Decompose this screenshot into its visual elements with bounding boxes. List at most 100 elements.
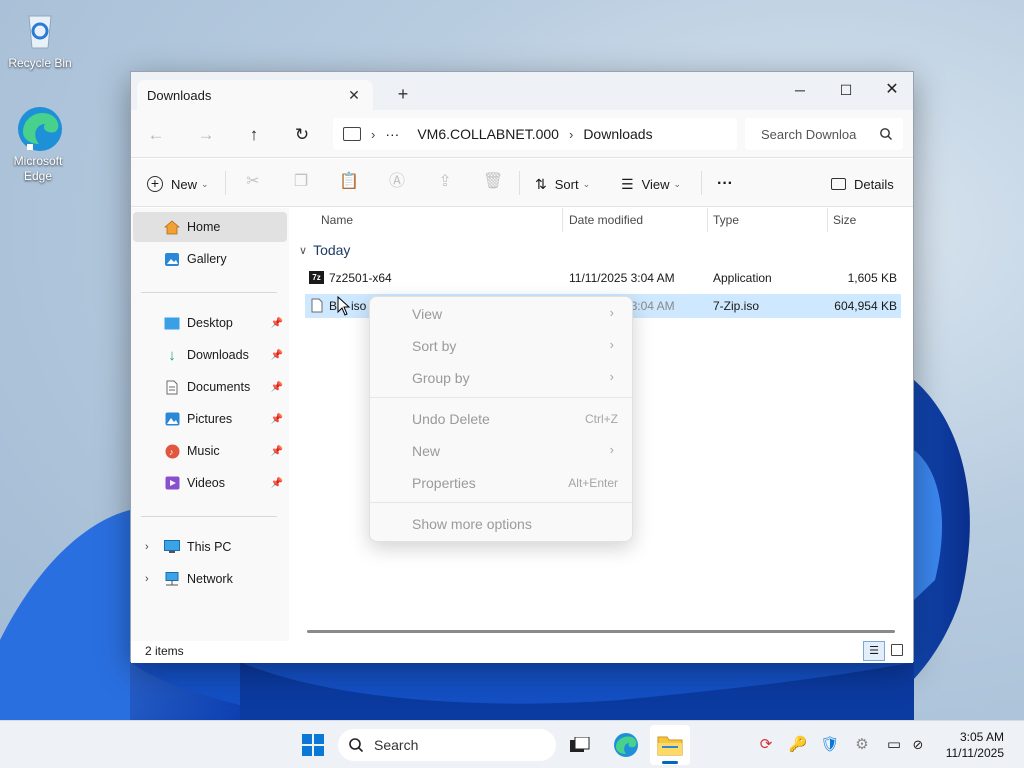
computer-icon[interactable]	[343, 127, 361, 141]
file-row[interactable]: 7z 7z2501-x64 11/11/2025 3:04 AM Applica…	[305, 266, 901, 290]
navigation-pane: Home Gallery Desktop 📌 ↓ Downloads 📌 Doc…	[131, 208, 289, 642]
minimize-button[interactable]: ─	[777, 76, 823, 104]
share-icon[interactable]: ⇪	[435, 172, 455, 192]
up-arrow-icon[interactable]: ↑	[243, 124, 265, 146]
file-explorer-taskbar-icon[interactable]	[650, 725, 690, 765]
address-bar-row: ← → ↑ ↻ › ··· VM6.COLLABNET.000 › Downlo…	[131, 110, 913, 158]
new-tab-button[interactable]: +	[393, 84, 413, 105]
mouse-cursor-icon	[337, 296, 351, 316]
toolbar-divider	[519, 171, 520, 195]
sidebar-item-videos[interactable]: Videos 📌	[133, 468, 287, 498]
desktop-icon-label-line1: Microsoft	[13, 154, 63, 168]
horizontal-scrollbar[interactable]	[307, 630, 895, 633]
sort-button[interactable]: ⇅ Sort ⌄	[535, 173, 590, 195]
rename-icon[interactable]: Ⓐ	[387, 172, 407, 192]
update-icon[interactable]: ⟳	[756, 735, 776, 755]
cut-icon[interactable]: ✂	[243, 172, 263, 192]
large-icons-view-icon[interactable]	[891, 644, 903, 656]
menu-item-undo-delete[interactable]: Undo Delete Ctrl+Z	[374, 404, 630, 434]
menu-item-label: Group by	[412, 370, 470, 386]
sidebar-item-music[interactable]: ♪ Music 📌	[133, 436, 287, 466]
music-icon: ♪	[163, 443, 181, 459]
desktop-icon-edge[interactable]: Microsoft Edge	[0, 104, 76, 184]
menu-item-show-more-options[interactable]: Show more options	[374, 509, 630, 539]
file-name-start: B	[329, 299, 338, 313]
forward-arrow-icon[interactable]: →	[195, 124, 217, 146]
more-options-button[interactable]: ···	[717, 173, 733, 195]
system-clock[interactable]: 3:05 AM 11/11/2025	[946, 729, 1004, 761]
search-input[interactable]: Search Downloa	[745, 118, 903, 150]
menu-item-properties[interactable]: Properties Alt+Enter	[374, 468, 630, 498]
menu-item-group-by[interactable]: Group by ›	[374, 363, 630, 393]
column-header-date[interactable]: Date modified	[569, 208, 643, 232]
gear-icon[interactable]: ⚙	[852, 735, 872, 755]
desktop-folder-icon	[163, 315, 181, 331]
close-button[interactable]: ✕	[869, 76, 915, 104]
sidebar-item-pictures[interactable]: Pictures 📌	[133, 404, 287, 434]
sidebar-item-downloads[interactable]: ↓ Downloads 📌	[133, 340, 287, 370]
task-view-icon[interactable]	[570, 736, 590, 753]
details-view-icon[interactable]: ☰	[863, 641, 885, 661]
chevron-right-icon[interactable]: ›	[145, 573, 149, 585]
sidebar-item-home[interactable]: Home	[133, 212, 287, 242]
taskbar-search-label: Search	[374, 737, 419, 753]
column-header-name[interactable]: Name	[321, 208, 353, 232]
sidebar-divider	[141, 516, 277, 517]
column-header-type[interactable]: Type	[713, 208, 739, 232]
back-arrow-icon[interactable]: ←	[145, 124, 167, 146]
sidebar-item-gallery[interactable]: Gallery	[133, 244, 287, 274]
sidebar-item-desktop[interactable]: Desktop 📌	[133, 308, 287, 338]
network-status-icon[interactable]: ⊘	[908, 735, 928, 755]
download-icon: ↓	[168, 346, 176, 364]
tab-close-icon[interactable]: ✕	[345, 87, 363, 104]
menu-item-sort-by[interactable]: Sort by ›	[374, 331, 630, 361]
maximize-button[interactable]: ☐	[823, 76, 869, 104]
toolbar-divider	[701, 171, 702, 195]
chevron-right-icon: ›	[609, 442, 614, 457]
details-pane-button[interactable]: Details	[831, 173, 894, 195]
column-divider[interactable]	[562, 208, 563, 232]
sidebar-item-label: Downloads	[187, 348, 249, 362]
start-button[interactable]	[302, 734, 324, 756]
breadcrumb-item-vm6[interactable]: VM6.COLLABNET.000	[417, 126, 559, 142]
status-bar: 2 items ☰	[131, 641, 913, 663]
menu-item-new[interactable]: New ›	[374, 436, 630, 466]
tab-downloads[interactable]: Downloads ✕	[137, 80, 373, 110]
view-button[interactable]: ☰ View ⌄	[621, 173, 681, 195]
sidebar-item-network[interactable]: › Network	[133, 564, 287, 594]
delete-icon[interactable]: 🗑	[483, 172, 503, 192]
shield-icon[interactable]: 🛡	[820, 735, 840, 755]
breadcrumb[interactable]: › ··· VM6.COLLABNET.000 › Downloads	[333, 118, 737, 150]
file-name-suffix: iso	[351, 299, 367, 313]
sidebar-item-documents[interactable]: Documents 📌	[133, 372, 287, 402]
tab-title: Downloads	[147, 87, 212, 103]
group-header-today[interactable]: ∨ Today	[299, 242, 350, 258]
file-size: 1,605 KB	[847, 271, 897, 285]
display-icon[interactable]: ▭	[884, 735, 904, 755]
new-button[interactable]: + New ⌄	[147, 173, 209, 195]
file-name: 7z2501-x64	[329, 271, 392, 285]
chevron-down-icon: ⌄	[582, 178, 591, 189]
column-divider[interactable]	[707, 208, 708, 232]
edge-icon	[15, 104, 62, 151]
breadcrumb-ellipsis[interactable]: ···	[385, 126, 399, 142]
menu-item-view[interactable]: View ›	[374, 299, 630, 329]
desktop-icon-label: Recycle Bin	[8, 56, 72, 70]
desktop-icon-recycle-bin[interactable]: Recycle Bin	[2, 6, 78, 71]
taskbar-search-box[interactable]: Search	[338, 729, 556, 761]
menu-item-label: Properties	[412, 475, 476, 491]
edge-taskbar-icon[interactable]	[613, 732, 639, 758]
sidebar-item-this-pc[interactable]: › This PC	[133, 532, 287, 562]
breadcrumb-item-downloads[interactable]: Downloads	[583, 126, 652, 142]
copy-icon[interactable]: ❐	[291, 172, 311, 192]
title-bar[interactable]: Downloads ✕ + ─ ☐ ✕	[131, 72, 913, 110]
paste-icon[interactable]: 📋	[339, 172, 359, 192]
pin-icon: 📌	[270, 445, 283, 457]
menu-item-shortcut: Alt+Enter	[568, 476, 618, 490]
column-divider[interactable]	[827, 208, 828, 232]
column-header-size[interactable]: Size	[833, 208, 856, 232]
chevron-right-icon: ›	[609, 305, 614, 320]
refresh-icon[interactable]: ↻	[291, 124, 313, 146]
chevron-right-icon[interactable]: ›	[145, 541, 149, 553]
key-icon[interactable]: 🔑	[788, 735, 808, 755]
